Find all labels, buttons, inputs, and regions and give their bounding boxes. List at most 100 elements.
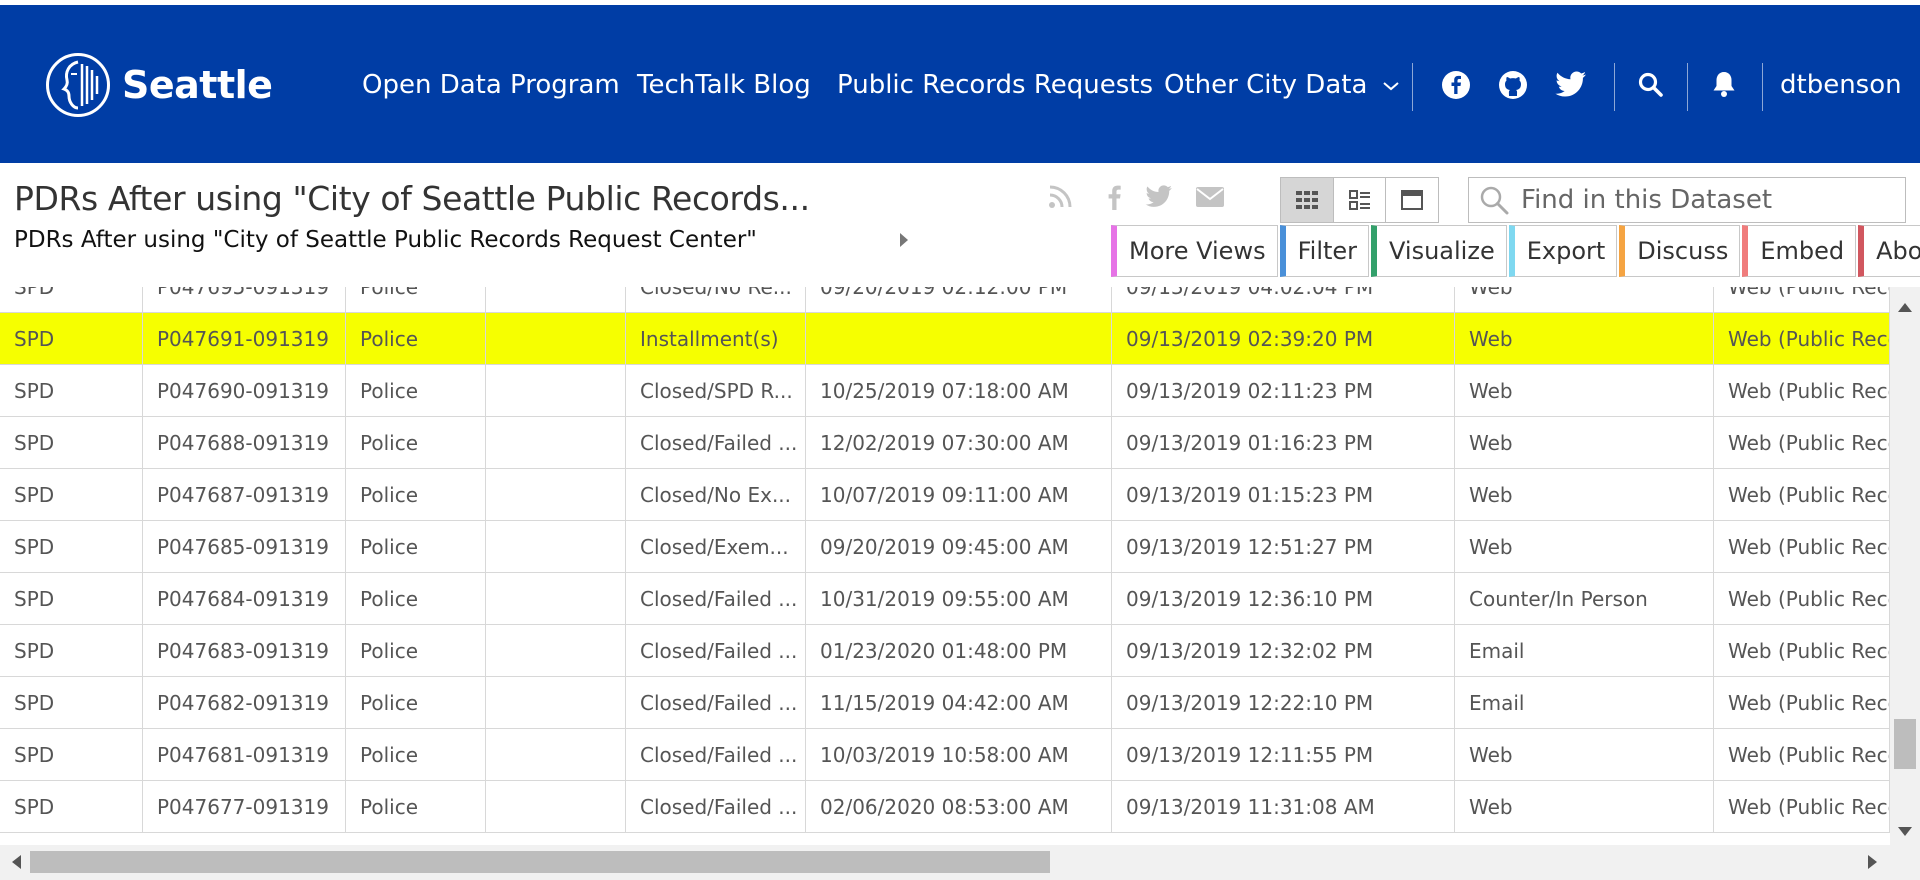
cell-empty[interactable] bbox=[486, 313, 626, 364]
tab-filter[interactable]: Filter bbox=[1279, 225, 1370, 277]
grid-view-button[interactable] bbox=[1281, 178, 1334, 222]
cell-agency[interactable]: Police bbox=[346, 287, 486, 312]
cell-department[interactable]: SPD bbox=[0, 677, 143, 728]
cell-status[interactable]: Closed/SPD R... bbox=[626, 365, 806, 416]
cell-request-id[interactable]: P047677-091319 bbox=[143, 781, 346, 832]
cell-source[interactable]: Web (Public Reco bbox=[1714, 625, 1890, 676]
cell-request-id[interactable]: P047691-091319 bbox=[143, 313, 346, 364]
cell-status[interactable]: Closed/Exem... bbox=[626, 521, 806, 572]
scroll-right-arrow-icon[interactable] bbox=[1868, 855, 1877, 869]
row-view-button[interactable] bbox=[1334, 178, 1387, 222]
cell-department[interactable]: SPD bbox=[0, 313, 143, 364]
horizontal-scrollbar[interactable] bbox=[0, 845, 1890, 880]
nav-other-city-data[interactable]: Other City Data bbox=[1164, 65, 1400, 105]
tab-more-views[interactable]: More Views bbox=[1111, 225, 1278, 277]
user-menu[interactable]: dtbenson bbox=[1780, 65, 1902, 105]
cell-agency[interactable]: Police bbox=[346, 573, 486, 624]
nav-techtalk-blog[interactable]: TechTalk Blog bbox=[637, 65, 811, 105]
cell-empty[interactable] bbox=[486, 781, 626, 832]
cell-source[interactable]: Web (Public Reco bbox=[1714, 313, 1890, 364]
bell-icon[interactable] bbox=[1708, 67, 1740, 101]
twitter-icon[interactable] bbox=[1554, 69, 1588, 101]
cell-request-method[interactable]: Email bbox=[1455, 677, 1714, 728]
cell-status[interactable]: Closed/Failed ... bbox=[626, 729, 806, 780]
cell-received-date[interactable]: 09/13/2019 12:36:10 PM bbox=[1112, 573, 1455, 624]
table-row[interactable]: SPD P047688-091319 Police Closed/Failed ...… bbox=[0, 417, 1890, 469]
tab-visualize[interactable]: Visualize bbox=[1371, 225, 1507, 277]
cell-request-method[interactable]: Web bbox=[1455, 729, 1714, 780]
table-row[interactable]: SPD P047683-091319 Police Closed/Failed ...… bbox=[0, 625, 1890, 677]
cell-agency[interactable]: Police bbox=[346, 313, 486, 364]
cell-request-method[interactable]: Web bbox=[1455, 313, 1714, 364]
cell-request-method[interactable]: Email bbox=[1455, 625, 1714, 676]
cell-status[interactable]: Closed/Failed ... bbox=[626, 573, 806, 624]
tab-export[interactable]: Export bbox=[1508, 225, 1618, 277]
vertical-scroll-thumb[interactable] bbox=[1894, 719, 1916, 769]
table-row[interactable]: SPD P047690-091319 Police Closed/SPD R... 10… bbox=[0, 365, 1890, 417]
cell-received-date[interactable]: 09/13/2019 04:02:04 PM bbox=[1112, 287, 1455, 312]
cell-closed-date[interactable] bbox=[806, 313, 1112, 364]
cell-department[interactable]: SPD bbox=[0, 521, 143, 572]
cell-request-method[interactable]: Web bbox=[1455, 417, 1714, 468]
cell-source[interactable]: Web (Public Reco bbox=[1714, 573, 1890, 624]
nav-open-data-program[interactable]: Open Data Program bbox=[362, 65, 620, 105]
cell-received-date[interactable]: 09/13/2019 01:15:23 PM bbox=[1112, 469, 1455, 520]
cell-received-date[interactable]: 09/13/2019 11:31:08 AM bbox=[1112, 781, 1455, 832]
cell-source[interactable]: Web (Public Reco bbox=[1714, 469, 1890, 520]
table-row[interactable]: SPD P047682-091319 Police Closed/Failed ...… bbox=[0, 677, 1890, 729]
cell-empty[interactable] bbox=[486, 521, 626, 572]
cell-closed-date[interactable]: 02/06/2020 08:53:00 AM bbox=[806, 781, 1112, 832]
page-view-button[interactable] bbox=[1386, 178, 1438, 222]
cell-source[interactable]: Web (Public Reco bbox=[1714, 729, 1890, 780]
cell-status[interactable]: Closed/Failed ... bbox=[626, 781, 806, 832]
cell-status[interactable]: Closed/Failed ... bbox=[626, 417, 806, 468]
cell-department[interactable]: SPD bbox=[0, 417, 143, 468]
table-row[interactable]: SPD P047691-091319 Police Installment(s) 09/… bbox=[0, 313, 1890, 365]
facebook-icon[interactable] bbox=[1440, 69, 1472, 101]
cell-agency[interactable]: Police bbox=[346, 417, 486, 468]
cell-request-id[interactable]: P047683-091319 bbox=[143, 625, 346, 676]
cell-agency[interactable]: Police bbox=[346, 625, 486, 676]
cell-received-date[interactable]: 09/13/2019 02:39:20 PM bbox=[1112, 313, 1455, 364]
cell-status[interactable]: Closed/No Ex... bbox=[626, 469, 806, 520]
rss-icon[interactable] bbox=[1046, 183, 1074, 211]
cell-received-date[interactable]: 09/13/2019 12:32:02 PM bbox=[1112, 625, 1455, 676]
nav-public-records-requests[interactable]: Public Records Requests bbox=[837, 65, 1153, 105]
scroll-down-arrow-icon[interactable] bbox=[1898, 827, 1912, 836]
cell-request-id[interactable]: P047688-091319 bbox=[143, 417, 346, 468]
cell-request-id[interactable]: P047687-091319 bbox=[143, 469, 346, 520]
cell-closed-date[interactable]: 10/25/2019 07:18:00 AM bbox=[806, 365, 1112, 416]
scroll-left-arrow-icon[interactable] bbox=[12, 855, 21, 869]
cell-request-id[interactable]: P047685-091319 bbox=[143, 521, 346, 572]
cell-department[interactable]: SPD bbox=[0, 573, 143, 624]
cell-request-id[interactable]: P047695-091319 bbox=[143, 287, 346, 312]
cell-closed-date[interactable]: 09/20/2019 02:12:00 PM bbox=[806, 287, 1112, 312]
cell-closed-date[interactable]: 10/31/2019 09:55:00 AM bbox=[806, 573, 1112, 624]
cell-empty[interactable] bbox=[486, 469, 626, 520]
cell-closed-date[interactable]: 11/15/2019 04:42:00 AM bbox=[806, 677, 1112, 728]
tab-embed[interactable]: Embed bbox=[1742, 225, 1857, 277]
vertical-scrollbar[interactable] bbox=[1890, 287, 1920, 845]
seattle-logo[interactable]: Seattle bbox=[46, 53, 273, 117]
cell-request-id[interactable]: P047681-091319 bbox=[143, 729, 346, 780]
cell-source[interactable]: Web (Public Reco bbox=[1714, 287, 1890, 312]
cell-empty[interactable] bbox=[486, 365, 626, 416]
cell-agency[interactable]: Police bbox=[346, 781, 486, 832]
tab-discuss[interactable]: Discuss bbox=[1619, 225, 1741, 277]
cell-department[interactable]: SPD bbox=[0, 287, 143, 312]
cell-status[interactable]: Installment(s) bbox=[626, 313, 806, 364]
cell-source[interactable]: Web (Public Reco bbox=[1714, 781, 1890, 832]
cell-closed-date[interactable]: 01/23/2020 01:48:00 PM bbox=[806, 625, 1112, 676]
cell-source[interactable]: Web (Public Reco bbox=[1714, 417, 1890, 468]
table-row[interactable]: SPD P047685-091319 Police Closed/Exem... 09/… bbox=[0, 521, 1890, 573]
cell-request-method[interactable]: Web bbox=[1455, 365, 1714, 416]
cell-agency[interactable]: Police bbox=[346, 677, 486, 728]
table-row[interactable]: SPD P047687-091319 Police Closed/No Ex... 10… bbox=[0, 469, 1890, 521]
cell-source[interactable]: Web (Public Reco bbox=[1714, 677, 1890, 728]
cell-request-id[interactable]: P047690-091319 bbox=[143, 365, 346, 416]
cell-closed-date[interactable]: 09/20/2019 09:45:00 AM bbox=[806, 521, 1112, 572]
cell-closed-date[interactable]: 10/07/2019 09:11:00 AM bbox=[806, 469, 1112, 520]
cell-status[interactable]: Closed/Failed ... bbox=[626, 625, 806, 676]
table-row[interactable]: SPD P047684-091319 Police Closed/Failed ...… bbox=[0, 573, 1890, 625]
cell-empty[interactable] bbox=[486, 729, 626, 780]
